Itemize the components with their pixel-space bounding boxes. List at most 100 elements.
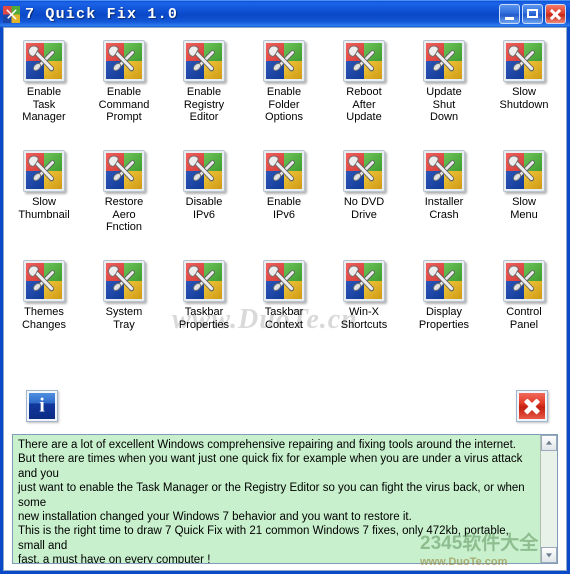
maximize-icon[interactable] <box>522 4 543 24</box>
fix-item-update-shut-down[interactable]: Update Shut Down <box>404 32 484 142</box>
app-tools-icon-svg <box>3 5 20 23</box>
wrench-screwdriver-icon <box>428 155 455 182</box>
fix-item-enable-folder-options[interactable]: Enable Folder Options <box>244 32 324 142</box>
description-scrollbar[interactable] <box>540 435 557 563</box>
wrench-screwdriver-icon <box>428 265 455 292</box>
fix-item-slow-shutdown[interactable]: Slow Shutdown <box>484 32 564 142</box>
fix-item-taskbar-properties[interactable]: Taskbar Properties <box>164 252 244 362</box>
app-tools-icon <box>3 5 20 23</box>
fix-item-themes-changes[interactable]: Themes Changes <box>4 252 84 362</box>
wrench-screwdriver-icon <box>508 45 535 72</box>
wrench-screwdriver-icon <box>268 45 295 72</box>
wrench-screwdriver-icon <box>508 265 535 292</box>
tools-icon <box>263 260 305 302</box>
fix-item-label: Enable Registry Editor <box>183 86 225 123</box>
scroll-down-arrow[interactable] <box>541 547 557 563</box>
fix-item-label: Win-X Shortcuts <box>340 306 388 331</box>
scroll-down-arrow-glyph <box>546 553 552 558</box>
wrench-screwdriver-icon <box>348 265 375 292</box>
tools-icon <box>263 150 305 192</box>
fix-item-win-x-shortcuts[interactable]: Win-X Shortcuts <box>324 252 404 362</box>
info-icon <box>29 393 55 419</box>
fix-item-display-properties[interactable]: Display Properties <box>404 252 484 362</box>
fix-item-enable-registry-editor[interactable]: Enable Registry Editor <box>164 32 244 142</box>
tools-icon <box>423 150 465 192</box>
wrench-screwdriver-icon <box>348 45 375 72</box>
fix-item-control-panel[interactable]: Control Panel <box>484 252 564 362</box>
tools-icon <box>23 40 65 82</box>
wrench-screwdriver-icon <box>268 155 295 182</box>
fix-item-label: Themes Changes <box>21 306 67 331</box>
fix-item-slow-thumbnail[interactable]: Slow Thumbnail <box>4 142 84 252</box>
fix-item-no-dvd-drive[interactable]: No DVD Drive <box>324 142 404 252</box>
fix-item-enable-task-manager[interactable]: Enable Task Manager <box>4 32 84 142</box>
tools-icon <box>103 150 145 192</box>
client-area: www.DuoTe.cn Enable Task Manager Enable … <box>3 27 567 571</box>
fix-item-label: Restore Aero Fnction <box>104 196 144 233</box>
wrench-screwdriver-icon <box>188 265 215 292</box>
fix-item-label: Enable IPv6 <box>266 196 302 221</box>
fix-item-enable-command-prompt[interactable]: Enable Command Prompt <box>84 32 164 142</box>
fix-item-restore-aero-function[interactable]: Restore Aero Fnction <box>84 142 164 252</box>
fix-item-label: System Tray <box>105 306 143 331</box>
tools-icon <box>183 260 225 302</box>
tools-icon <box>23 150 65 192</box>
scroll-up-arrow-glyph <box>546 440 552 445</box>
tools-icon <box>183 150 225 192</box>
tools-icon <box>503 150 545 192</box>
tools-icon <box>503 260 545 302</box>
wrench-screwdriver-icon <box>428 45 455 72</box>
fix-item-label: Enable Folder Options <box>265 86 303 123</box>
fix-item-label: Slow Thumbnail <box>18 196 70 221</box>
fix-item-label: Update Shut Down <box>426 86 462 123</box>
title-bar: 7 Quick Fix 1.0 <box>0 0 570 27</box>
fix-icon-grid: Enable Task Manager Enable Command Promp… <box>4 32 566 362</box>
application-window: 7 Quick Fix 1.0 www.DuoTe.cn Enable Task… <box>0 0 570 574</box>
fix-item-label: Control Panel <box>506 306 542 331</box>
wrench-screwdriver-icon <box>108 265 135 292</box>
tools-icon <box>103 260 145 302</box>
wrench-screwdriver-icon <box>28 265 55 292</box>
minimize-icon[interactable] <box>499 4 520 24</box>
info-button[interactable] <box>26 390 58 422</box>
tools-icon <box>423 260 465 302</box>
description-text: There are a lot of excellent Windows com… <box>18 439 525 563</box>
fix-item-taskbar-context[interactable]: Taskbar Context <box>244 252 324 362</box>
fix-item-system-tray[interactable]: System Tray <box>84 252 164 362</box>
fix-item-label: Disable IPv6 <box>185 196 223 221</box>
tools-icon <box>343 150 385 192</box>
tools-icon <box>263 40 305 82</box>
fix-item-label: Installer Crash <box>424 196 464 221</box>
wrench-screwdriver-icon <box>188 45 215 72</box>
fix-item-label: Reboot After Update <box>346 86 382 123</box>
exit-button[interactable] <box>516 390 548 422</box>
fix-item-disable-ipv6[interactable]: Disable IPv6 <box>164 142 244 252</box>
fix-item-label: Enable Command Prompt <box>98 86 150 123</box>
fix-item-installer-crash[interactable]: Installer Crash <box>404 142 484 252</box>
caption-button-group <box>499 4 566 24</box>
fix-item-label: Taskbar Context <box>264 306 304 331</box>
fix-item-label: Slow Shutdown <box>499 86 549 111</box>
fix-item-label: Display Properties <box>418 306 470 331</box>
fix-item-label: Enable Task Manager <box>22 86 66 123</box>
tools-icon <box>183 40 225 82</box>
fix-item-enable-ipv6[interactable]: Enable IPv6 <box>244 142 324 252</box>
wrench-screwdriver-icon <box>108 45 135 72</box>
fix-item-slow-menu[interactable]: Slow Menu <box>484 142 564 252</box>
wrench-screwdriver-icon <box>508 155 535 182</box>
window-title: 7 Quick Fix 1.0 <box>25 5 179 23</box>
scroll-up-arrow[interactable] <box>541 435 557 451</box>
close-x-icon <box>519 393 545 419</box>
tools-icon <box>343 260 385 302</box>
tools-icon <box>423 40 465 82</box>
fix-item-label: Taskbar Properties <box>178 306 230 331</box>
fix-item-label: No DVD Drive <box>343 196 385 221</box>
close-icon[interactable] <box>545 4 566 24</box>
wrench-screwdriver-icon <box>268 265 295 292</box>
tools-icon <box>23 260 65 302</box>
tools-icon <box>503 40 545 82</box>
fix-item-reboot-after-update[interactable]: Reboot After Update <box>324 32 404 142</box>
tools-icon <box>343 40 385 82</box>
wrench-screwdriver-icon <box>348 155 375 182</box>
wrench-screwdriver-icon <box>28 155 55 182</box>
